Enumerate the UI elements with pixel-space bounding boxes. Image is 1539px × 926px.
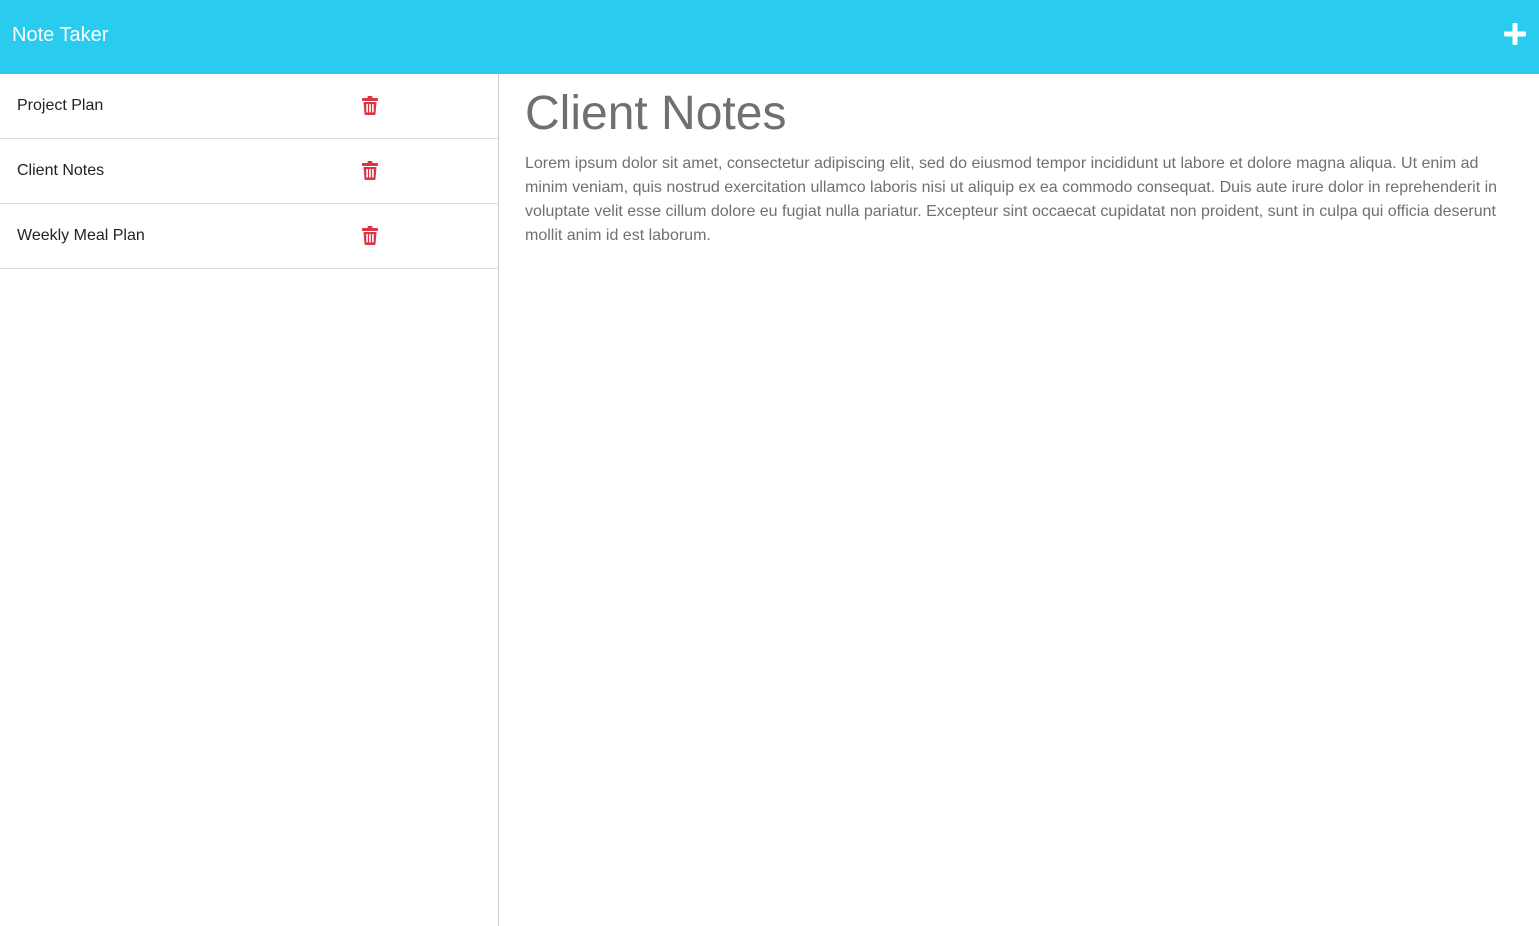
trash-icon	[362, 161, 378, 180]
trash-icon	[362, 226, 378, 245]
delete-note-button[interactable]	[362, 96, 378, 115]
note-list-item-client-notes[interactable]: Client Notes	[0, 139, 498, 204]
note-list: Project Plan Client Notes Weekly Meal Pl…	[0, 74, 498, 269]
new-note-button[interactable]	[1503, 22, 1527, 46]
delete-note-button[interactable]	[362, 161, 378, 180]
note-item-title[interactable]: Project Plan	[17, 96, 103, 116]
notes-sidebar: Project Plan Client Notes Weekly Meal Pl…	[0, 74, 499, 926]
note-text-area[interactable]: Lorem ipsum dolor sit amet, consectetur …	[525, 152, 1525, 248]
top-navbar: Note Taker	[0, 0, 1539, 74]
delete-note-button[interactable]	[362, 226, 378, 245]
note-list-item-weekly-meal-plan[interactable]: Weekly Meal Plan	[0, 204, 498, 269]
note-title-field[interactable]: Client Notes	[525, 88, 786, 140]
plus-icon	[1504, 23, 1526, 45]
note-item-title[interactable]: Client Notes	[17, 161, 104, 181]
note-item-title[interactable]: Weekly Meal Plan	[17, 226, 145, 246]
app-title[interactable]: Note Taker	[12, 22, 108, 48]
note-list-item-project-plan[interactable]: Project Plan	[0, 74, 498, 139]
note-editor: Client Notes Lorem ipsum dolor sit amet,…	[499, 74, 1539, 926]
trash-icon	[362, 96, 378, 115]
